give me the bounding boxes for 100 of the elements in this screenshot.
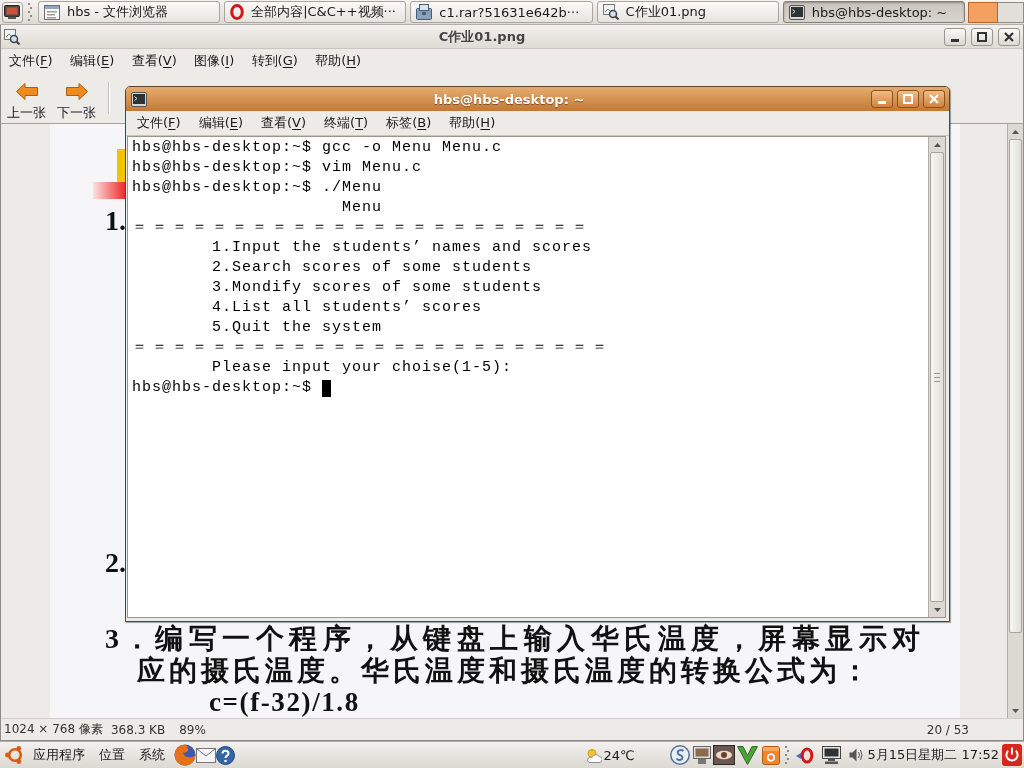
ribbon-decoration xyxy=(93,149,125,199)
temperature-text: 24℃ xyxy=(603,747,635,763)
ubuntu-logo-icon[interactable] xyxy=(5,745,25,765)
drag-handle-icon[interactable] xyxy=(784,746,789,764)
zoom-level: 89% xyxy=(179,722,206,737)
clock-text[interactable]: 5月15日星期二 17:52 xyxy=(867,746,999,764)
left-arrow-icon xyxy=(15,83,38,100)
file-size: 368.3 KB xyxy=(110,722,166,737)
workspace-tile[interactable] xyxy=(968,1,998,23)
terminal-line: ＝＝＝＝＝＝＝＝＝＝＝＝＝＝＝＝＝＝＝＝＝＝＝＝ xyxy=(132,338,612,358)
box-icon[interactable] xyxy=(761,745,780,765)
minimize-button[interactable] xyxy=(944,27,966,46)
terminal-line: hbs@hbs-desktop:~$ gcc -o Menu Menu.c xyxy=(132,138,503,158)
speaker-icon[interactable] xyxy=(848,748,863,762)
scrollbar[interactable] xyxy=(1007,124,1023,718)
terminal-line: 4.List all students’ scores xyxy=(212,298,483,318)
close-button[interactable] xyxy=(998,27,1020,46)
ring-logo-icon xyxy=(230,4,245,20)
task-button[interactable]: c1.rar?51631e642b··· xyxy=(410,1,593,23)
terminal-line: ＝＝＝＝＝＝＝＝＝＝＝＝＝＝＝＝＝＝＝＝＝＝＝ xyxy=(132,218,592,238)
panel-menu[interactable]: 位置 xyxy=(93,746,131,764)
image-position: 20 / 53 xyxy=(926,722,969,737)
menu-item[interactable]: 文件(F) xyxy=(128,114,190,132)
power-icon[interactable] xyxy=(1002,744,1022,766)
ring-logo-icon[interactable] xyxy=(795,746,814,764)
close-icon xyxy=(1004,31,1014,42)
document-text: 编写一个程序，从键盘上输入华氏温度，屏幕显示对 xyxy=(155,624,926,654)
up-arrow-icon[interactable] xyxy=(1012,129,1019,134)
minimize-icon xyxy=(951,38,959,42)
list-number: 1. xyxy=(105,205,126,237)
eye-icon[interactable] xyxy=(712,745,735,765)
close-button[interactable] xyxy=(923,90,945,108)
down-arrow-icon[interactable] xyxy=(933,607,941,612)
terminal-line: Please input your choise(1-5): xyxy=(212,358,513,378)
v-shape-icon[interactable] xyxy=(736,745,758,765)
terminal-line: 3.Mondify scores of some students xyxy=(212,278,543,298)
show-desktop-button[interactable] xyxy=(2,1,23,23)
menu-item[interactable]: 终端(T) xyxy=(315,114,378,132)
menu-item[interactable]: 图像(I) xyxy=(185,52,243,70)
menu-item[interactable]: 转到(G) xyxy=(242,52,307,70)
formula-text: c=(f-32)/1.8 xyxy=(209,689,360,715)
sun-cloud-icon xyxy=(586,747,603,763)
terminal-icon xyxy=(788,4,805,20)
maximize-button[interactable] xyxy=(897,90,919,108)
grip-icon xyxy=(934,372,940,382)
menu-item[interactable]: 编辑(E) xyxy=(189,114,252,132)
magnifier-picture-icon xyxy=(4,28,20,45)
text-cursor xyxy=(322,379,332,397)
panel-menu[interactable]: 应用程序 xyxy=(27,746,91,764)
maximize-button[interactable] xyxy=(971,27,993,46)
close-icon xyxy=(929,94,939,104)
help-icon[interactable] xyxy=(216,745,235,765)
task-button[interactable]: hbs - 文件浏览器 xyxy=(37,1,221,23)
envelope-icon[interactable] xyxy=(196,747,216,763)
file-window-icon xyxy=(43,4,60,20)
browser-globe-icon[interactable] xyxy=(174,744,196,766)
toolbar-button[interactable]: 下一张 xyxy=(53,81,100,124)
list-number: 3． xyxy=(105,624,155,654)
terminal-line: 2.Search scores of some students xyxy=(212,258,533,278)
menu-item[interactable]: 帮助(H) xyxy=(440,114,505,132)
task-button[interactable]: hbs@hbs-desktop: ~ xyxy=(782,1,965,23)
window-title: hbs@hbs-desktop: ~ xyxy=(432,91,586,107)
right-arrow-icon xyxy=(65,83,88,100)
terminal-icon xyxy=(131,91,147,107)
menu-item[interactable]: 查看(V) xyxy=(252,114,316,132)
maximize-icon xyxy=(903,94,913,104)
archive-box-icon xyxy=(416,4,433,20)
computer-icon[interactable] xyxy=(821,746,841,764)
task-button[interactable]: C作业01.png xyxy=(596,1,779,23)
terminal-line: hbs@hbs-desktop:~$ ./Menu xyxy=(132,178,383,198)
workspace-tile[interactable] xyxy=(998,1,1024,23)
scrollbar-thumb[interactable] xyxy=(930,152,944,602)
menu-item[interactable]: 帮助(H) xyxy=(306,52,370,70)
window-title: C作业01.png xyxy=(437,27,527,46)
monitor-icon[interactable] xyxy=(692,746,711,764)
task-button[interactable]: 全部内容|C&C++视频··· xyxy=(224,1,407,23)
scrollbar-thumb[interactable] xyxy=(1009,139,1022,633)
menu-item[interactable]: 查看(V) xyxy=(123,52,186,70)
menu-item[interactable]: 文件(F) xyxy=(1,52,62,70)
down-arrow-icon[interactable] xyxy=(1012,708,1019,713)
drag-handle-icon[interactable] xyxy=(27,3,32,21)
list-number: 2. xyxy=(105,547,126,579)
terminal-line: 5.Quit the system xyxy=(212,318,383,338)
toolbar-button[interactable]: 上一张 xyxy=(3,81,50,124)
s-circle-icon[interactable] xyxy=(669,745,690,765)
terminal-line: Menu xyxy=(342,198,382,218)
terminal-line: 1.Input the students’ names and scores xyxy=(212,238,593,258)
panel-menu[interactable]: 系统 xyxy=(133,746,171,764)
show-desktop-icon xyxy=(4,5,21,19)
minimize-button[interactable] xyxy=(871,90,893,108)
menu-item[interactable]: 标签(B) xyxy=(377,114,441,132)
minimize-icon xyxy=(878,101,886,104)
up-arrow-icon[interactable] xyxy=(933,142,941,147)
menu-item[interactable]: 编辑(E) xyxy=(61,52,124,70)
image-dimensions: 1024 × 768 像素 xyxy=(4,721,103,738)
scrollbar[interactable] xyxy=(928,137,945,617)
terminal-line: hbs@hbs-desktop:~$ vim Menu.c xyxy=(132,158,423,178)
magnifier-picture-icon xyxy=(602,4,619,20)
document-text: 应的摄氏温度。华氏温度和摄氏温度的转换公式为： xyxy=(137,656,873,686)
terminal-line: hbs@hbs-desktop:~$ xyxy=(132,378,313,398)
